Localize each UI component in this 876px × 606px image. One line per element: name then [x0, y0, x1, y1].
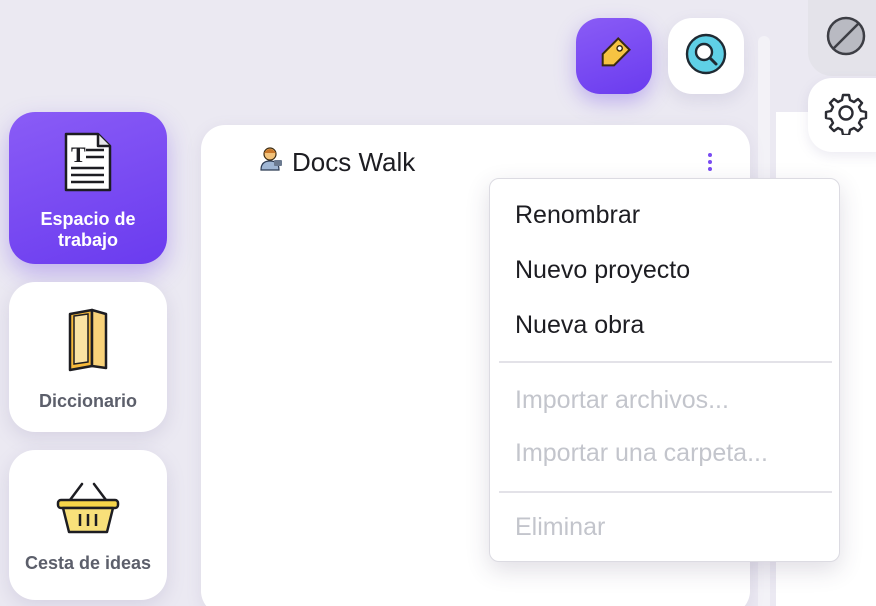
- nav-idea-basket-label: Cesta de ideas: [24, 553, 152, 573]
- document-title: Docs Walk: [292, 147, 416, 177]
- search-icon: [684, 32, 728, 81]
- basket-icon: [56, 480, 120, 541]
- menu-item-import-files[interactable]: Importar archivos...: [515, 386, 729, 415]
- nav-dictionary[interactable]: Diccionario: [9, 282, 167, 432]
- nav-idea-basket[interactable]: Cesta de ideas: [9, 450, 167, 600]
- menu-divider: [499, 491, 832, 493]
- tags-button[interactable]: [576, 18, 652, 94]
- context-menu: Renombrar Nuevo proyecto Nueva obra Impo…: [489, 178, 840, 562]
- svg-text:T: T: [71, 142, 86, 167]
- tag-icon: [592, 32, 636, 81]
- gear-icon: [824, 91, 868, 140]
- nav-dictionary-label: Diccionario: [38, 391, 138, 411]
- disabled-button[interactable]: [808, 0, 876, 76]
- menu-item-delete[interactable]: Eliminar: [515, 513, 605, 542]
- menu-item-rename[interactable]: Renombrar: [515, 201, 640, 230]
- prohibited-icon: [824, 14, 868, 63]
- document-row[interactable]: Docs Walk: [258, 146, 415, 179]
- menu-item-new-work[interactable]: Nueva obra: [515, 311, 644, 340]
- book-icon: [64, 308, 112, 377]
- person-at-desk-icon: [258, 146, 284, 179]
- document-icon: T: [62, 132, 114, 197]
- menu-divider: [499, 361, 832, 363]
- kebab-menu-icon[interactable]: [704, 151, 716, 173]
- settings-button[interactable]: [808, 78, 876, 152]
- menu-item-new-project[interactable]: Nuevo proyecto: [515, 256, 690, 285]
- nav-workspace[interactable]: T Espacio de trabajo: [9, 112, 167, 264]
- menu-item-import-folder[interactable]: Importar una carpeta...: [515, 439, 768, 468]
- nav-workspace-label: Espacio de trabajo: [40, 209, 136, 250]
- search-button[interactable]: [668, 18, 744, 94]
- app-window: T Espacio de trabajo Diccionario Cesta d…: [0, 0, 876, 606]
